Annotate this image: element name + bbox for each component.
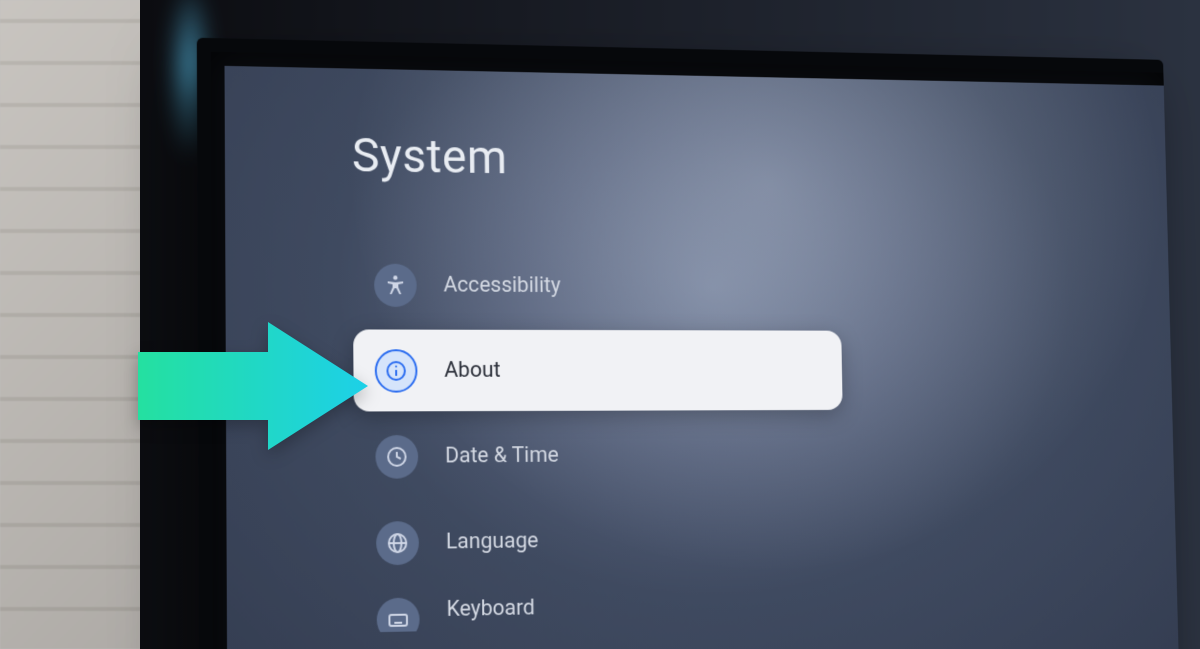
- menu-item-label: About: [444, 358, 500, 383]
- menu-item-label: Keyboard: [446, 596, 535, 622]
- clock-icon: [375, 434, 418, 478]
- globe-icon: [376, 521, 419, 565]
- menu-item-label: Date & Time: [445, 443, 559, 468]
- info-icon: [375, 349, 418, 392]
- menu-item-label: Accessibility: [443, 273, 560, 298]
- page-title: System: [352, 127, 1132, 193]
- settings-menu: Accessibility About: [353, 244, 1143, 637]
- menu-item-keyboard[interactable]: Keyboard: [355, 576, 1143, 632]
- menu-item-date-time[interactable]: Date & Time: [354, 413, 1140, 498]
- menu-item-language[interactable]: Language: [354, 494, 1141, 584]
- menu-item-accessibility[interactable]: Accessibility: [353, 244, 1136, 328]
- keyboard-icon: [377, 597, 420, 632]
- callout-arrow: [138, 322, 368, 450]
- accessibility-icon: [374, 263, 417, 306]
- menu-item-label: Language: [446, 529, 539, 555]
- menu-item-about[interactable]: About: [353, 329, 843, 411]
